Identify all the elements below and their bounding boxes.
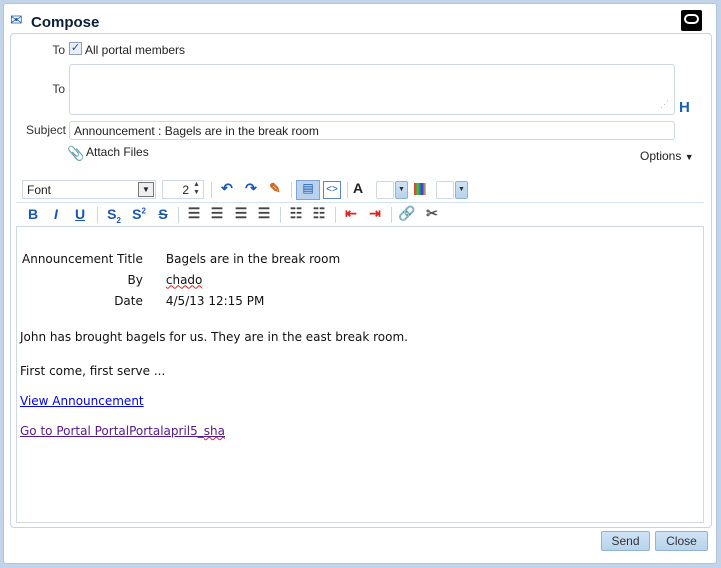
row-value: 4/5/13 12:15 PM [165, 293, 265, 308]
row-label: By [127, 272, 143, 287]
all-members-checkbox[interactable]: ✓ [69, 42, 82, 55]
go-to-portal-link[interactable]: Go to Portal PortalPortalapril5_sha [20, 424, 225, 438]
to-input[interactable] [69, 64, 675, 115]
link-icon[interactable]: 🔗 [398, 205, 416, 222]
italic-icon[interactable]: I [47, 206, 65, 222]
background-color-dropdown-icon[interactable]: ▼ [455, 181, 468, 199]
strikethrough-icon[interactable]: S [154, 206, 172, 222]
outdent-icon[interactable]: ⇤ [342, 205, 360, 222]
options-menu[interactable]: Options ▼ [640, 149, 694, 163]
view-announcement-link[interactable]: View Announcement [20, 394, 144, 408]
link-text: Go to Portal PortalPortalapril5_ [20, 424, 204, 438]
underline-icon[interactable]: U [71, 206, 89, 222]
rich-text-mode-icon[interactable]: ▤ [296, 180, 320, 200]
numbered-list-icon[interactable]: ☷ [310, 205, 328, 222]
row-value: Bagels are in the break room [165, 251, 341, 266]
message-paragraph: John has brought bagels for us. They are… [20, 330, 408, 344]
subscript-icon[interactable]: S2 [105, 206, 123, 225]
background-color-swatch[interactable] [436, 181, 454, 199]
bullet-list-icon[interactable]: ☷ [287, 205, 305, 222]
stepper-arrows-icon[interactable]: ▲ ▼ [193, 181, 200, 197]
row-label: Announcement Title [22, 251, 143, 266]
to-label: To [52, 43, 65, 57]
align-center-icon[interactable]: ☰ [208, 205, 226, 222]
row-label: Date [114, 293, 143, 308]
row-value: chado [165, 272, 203, 287]
text-color-icon[interactable]: A [353, 180, 363, 196]
text-color-dropdown-icon[interactable]: ▼ [395, 181, 408, 199]
send-button[interactable]: Send [601, 531, 650, 551]
oracle-logo [681, 10, 702, 31]
link-text-suffix: sha [203, 424, 225, 438]
all-members-label: All portal members [85, 43, 186, 57]
message-paragraph: First come, first serve ... [20, 364, 166, 378]
chevron-down-icon: ▼ [684, 152, 694, 162]
text-color-swatch[interactable] [376, 181, 394, 199]
resize-handle-icon[interactable]: ⋰ [660, 99, 669, 110]
eraser-icon[interactable]: ✎ [266, 180, 284, 197]
subject-label: Subject [25, 123, 66, 137]
background-color-icon[interactable] [414, 183, 426, 195]
redo-icon[interactable]: ↷ [242, 180, 260, 197]
font-dropdown-icon[interactable]: ▼ [138, 182, 154, 197]
compose-mail-icon: ✉ [10, 12, 23, 29]
undo-icon[interactable]: ↶ [218, 180, 236, 197]
close-button[interactable]: Close [655, 531, 708, 551]
to2-label: To [52, 82, 65, 96]
source-mode-icon[interactable]: <> [323, 181, 341, 199]
unlink-icon[interactable]: ✂ [423, 205, 441, 222]
message-editor[interactable]: Announcement Title Bagels are in the brea… [16, 226, 704, 523]
superscript-icon[interactable]: S2 [130, 206, 148, 222]
subject-input[interactable]: Announcement : Bagels are in the break r… [69, 121, 675, 140]
paperclip-icon: 📎 [67, 145, 85, 161]
align-left-icon[interactable]: ☰ [185, 205, 203, 222]
announcement-table: Announcement Title Bagels are in the brea… [21, 248, 341, 311]
font-value: Font [27, 183, 52, 197]
indent-icon[interactable]: ⇥ [366, 205, 384, 222]
font-select[interactable]: Font [22, 180, 156, 199]
binoculars-search-icon[interactable]: H [679, 99, 690, 116]
bold-icon[interactable]: B [24, 206, 42, 222]
options-label: Options [640, 149, 682, 163]
font-size-value: 2 [182, 183, 189, 197]
justify-icon[interactable]: ☰ [255, 205, 273, 222]
dialog-title: Compose [31, 14, 100, 31]
attach-files-link[interactable]: Attach Files [86, 145, 149, 159]
align-right-icon[interactable]: ☰ [232, 205, 250, 222]
